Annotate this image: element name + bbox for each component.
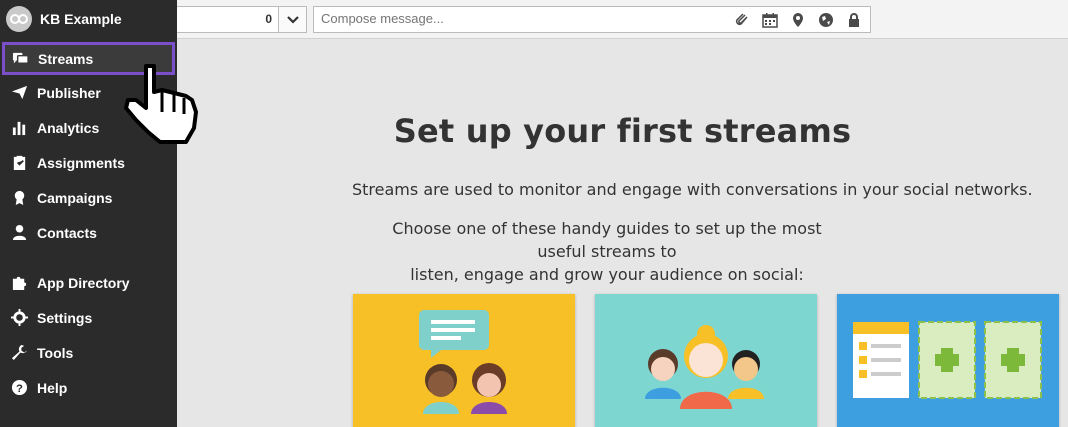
sidebar-item-label: Campaigns	[37, 189, 113, 206]
question-icon: ?	[10, 379, 28, 397]
sidebar-item-label: Settings	[37, 309, 93, 326]
compose-message-input[interactable]	[321, 11, 711, 26]
selected-profiles-count: 0	[265, 12, 272, 26]
main-content: Set up your first streams Streams are us…	[177, 40, 1068, 427]
globe-icon[interactable]	[817, 11, 834, 28]
sidebar-item-assignments[interactable]: Assignments	[0, 145, 177, 180]
streams-icon	[11, 50, 29, 68]
sidebar-item-label: Tools	[37, 344, 74, 361]
nav-divider	[0, 250, 177, 265]
sidebar-item-tools[interactable]: Tools	[0, 335, 177, 370]
chevron-down-icon[interactable]	[278, 7, 306, 32]
page-title: Set up your first streams	[393, 112, 852, 150]
owl-logo-icon	[6, 6, 32, 32]
people-illustration	[645, 325, 764, 409]
compose-toolbar	[733, 11, 862, 28]
sidebar-item-label: Assignments	[37, 154, 125, 171]
sidebar-item-label: Publisher	[37, 84, 101, 101]
calendar-icon[interactable]	[761, 11, 778, 28]
sidebar-item-label: App Directory	[37, 274, 130, 291]
compose-box[interactable]	[313, 6, 871, 33]
intro-text: Streams are used to monitor and engage w…	[352, 180, 1033, 199]
streams-layout-illustration	[853, 321, 1042, 399]
paper-plane-icon	[10, 84, 28, 102]
wrench-icon	[10, 344, 28, 362]
guide-line-2: listen, engage and grow your audience on…	[410, 265, 804, 284]
lock-icon[interactable]	[845, 11, 862, 28]
guide-text: Choose one of these handy guides to set …	[377, 217, 837, 286]
sidebar-item-app-directory[interactable]: App Directory	[0, 265, 177, 300]
conversation-illustration	[419, 310, 507, 414]
gear-icon	[10, 309, 28, 327]
puzzle-icon	[10, 274, 28, 292]
sidebar-item-settings[interactable]: Settings	[0, 300, 177, 335]
person-icon	[10, 224, 28, 242]
bar-chart-icon	[10, 119, 28, 137]
org-header[interactable]: KB Example	[0, 0, 177, 38]
svg-text:?: ?	[16, 383, 23, 395]
profile-selector[interactable]: 0	[177, 6, 307, 33]
sidebar-item-label: Analytics	[37, 119, 100, 136]
sidebar-item-label: Help	[37, 379, 68, 396]
sidebar-item-help[interactable]: ? Help	[0, 370, 177, 405]
guide-line-1: Choose one of these handy guides to set …	[392, 219, 822, 261]
campaign-icon	[10, 189, 28, 207]
sidebar-item-campaigns[interactable]: Campaigns	[0, 180, 177, 215]
location-pin-icon[interactable]	[789, 11, 806, 28]
sidebar-item-contacts[interactable]: Contacts	[0, 215, 177, 250]
sidebar-item-label: Streams	[38, 50, 94, 67]
sidebar-item-label: Contacts	[37, 224, 97, 241]
org-name: KB Example	[40, 11, 122, 27]
guide-card-grow[interactable]	[837, 294, 1059, 427]
clipboard-icon	[10, 154, 28, 172]
paperclip-icon[interactable]	[733, 11, 750, 28]
hand-pointer-cursor-icon	[124, 64, 198, 144]
guide-card-engage[interactable]	[595, 294, 817, 427]
guide-card-listen[interactable]	[353, 294, 575, 427]
top-bar: 0	[177, 0, 1068, 39]
